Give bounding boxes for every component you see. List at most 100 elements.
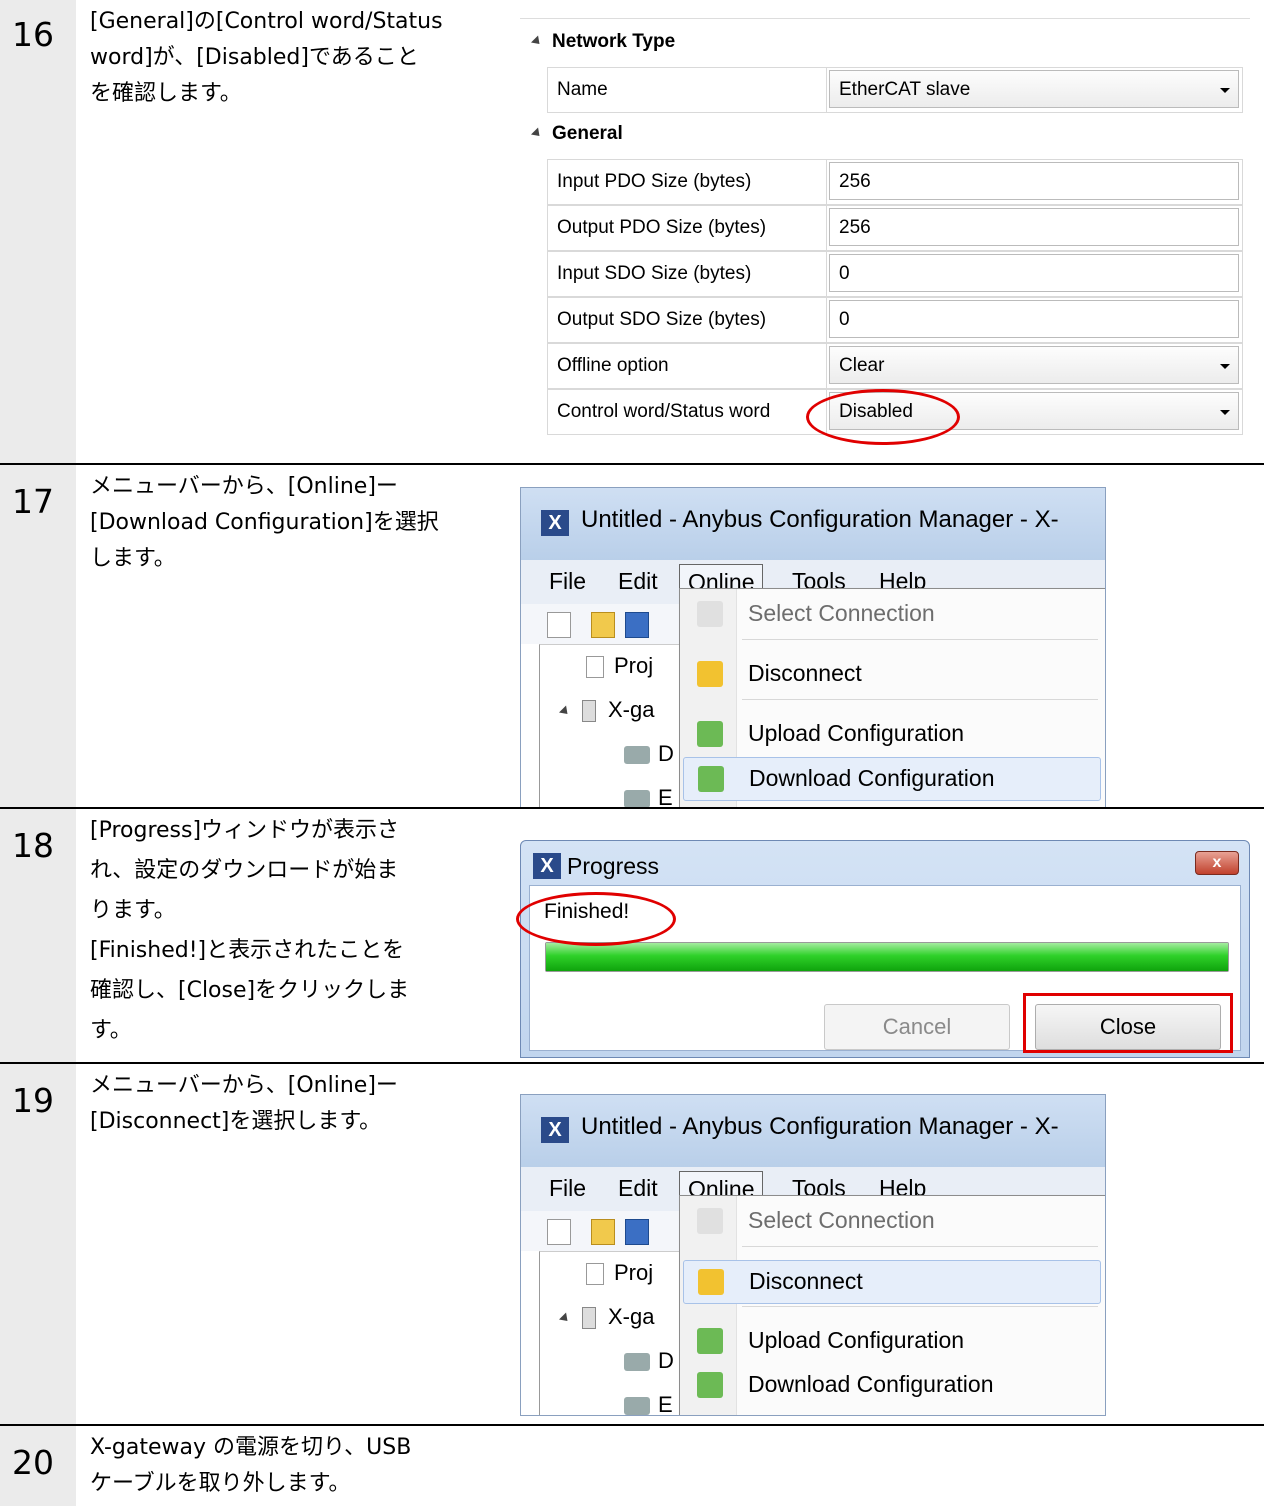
disconnect-icon [697,661,723,687]
highlight-ellipse [516,892,676,946]
menu-item-disconnect[interactable]: Disconnect [683,653,1099,695]
tree-item-d[interactable]: D [624,1348,674,1374]
desc-line: [Finished!]と表示されたことを [90,938,405,963]
tree-item-e[interactable]: E [624,785,673,808]
step-description: メニューバーから、[Online]ー [Disconnect]を選択します。 [90,1068,510,1140]
menu-item-select-connection[interactable]: Select Connection [683,593,1099,635]
app-logo-icon: X [541,510,569,536]
device-icon [582,1307,596,1330]
menu-edit[interactable]: Edit [618,1175,658,1202]
property-row-name: Name EtherCAT slave [547,67,1243,113]
property-name: Name [548,68,827,112]
property-row: Input SDO Size (bytes) 0 [547,251,1243,297]
desc-line: ケーブルを取り外します。 [90,1471,351,1496]
tree-item-project[interactable]: Proj [586,1260,653,1286]
expand-triangle-icon [558,1312,572,1325]
network-device-icon [624,1397,650,1415]
app-logo-icon: X [533,853,561,879]
progress-title: Progress [567,853,660,879]
menu-edit[interactable]: Edit [618,568,658,595]
collapse-triangle-icon [530,35,544,48]
general-header[interactable]: General [530,123,623,145]
step-number: 18 [12,826,54,865]
expand-triangle-icon [558,705,572,718]
new-file-icon[interactable] [547,612,571,638]
step-description: メニューバーから、[Online]ー [Download Configurati… [90,469,510,577]
menu-item-upload[interactable]: Upload Configuration [683,713,1099,755]
window-titlebar: X Untitled - Anybus Configuration Manage… [521,1095,1105,1167]
step-20: 20 X-gateway の電源を切り、USB ケーブルを取り外します。 [0,1426,1264,1506]
desc-line: メニューバーから、[Online]ー [90,474,398,499]
collapse-triangle-icon [530,127,544,140]
open-folder-icon[interactable] [591,612,615,638]
document-icon [586,1263,604,1286]
save-icon[interactable] [625,1219,649,1245]
property-row: Input PDO Size (bytes) 256 [547,159,1243,205]
menu-item-select-connection[interactable]: Select Connection [683,1200,1099,1242]
desc-line: 確認し、[Close]をクリックしま [90,978,410,1003]
menu-separator [742,699,1098,700]
step-17: 17 メニューバーから、[Online]ー [Download Configur… [0,465,1264,809]
tree-item-d[interactable]: D [624,741,674,767]
desc-line: [Download Configuration]を選択 [90,510,439,535]
app-window-disconnect: X Untitled - Anybus Configuration Manage… [520,1094,1106,1416]
property-name: Output PDO Size (bytes) [548,206,827,250]
step-description: [Progress]ウィンドウが表示さ れ、設定のダウンロードが始ま ります。 … [90,811,510,1051]
cancel-button[interactable]: Cancel [824,1004,1010,1050]
desc-line: れ、設定のダウンロードが始ま [90,858,399,883]
tree-item-gateway[interactable]: X-ga [558,697,654,723]
save-icon[interactable] [625,612,649,638]
property-name: Input SDO Size (bytes) [548,252,827,296]
step-19: 19 メニューバーから、[Online]ー [Disconnect]を選択します… [0,1064,1264,1424]
menu-item-disconnect[interactable]: Disconnect [683,1260,1101,1304]
tree-item-e[interactable]: E [624,1392,673,1415]
progress-bar [545,942,1229,972]
open-folder-icon[interactable] [591,1219,615,1245]
desc-line: [Progress]ウィンドウが表示さ [90,818,400,843]
tree-item-gateway[interactable]: X-ga [558,1304,654,1330]
desc-line: します。 [90,546,176,571]
input-pdo-size-field[interactable]: 256 [829,162,1239,200]
property-row: Offline option Clear [547,343,1243,389]
upload-icon [697,721,723,747]
output-pdo-size-field[interactable]: 256 [829,208,1239,246]
window-title: Untitled - Anybus Configuration Manager … [581,1113,1059,1140]
window-title: Untitled - Anybus Configuration Manager … [581,506,1059,533]
online-menu-dropdown: Select Connection Disconnect Upload Conf… [679,588,1105,808]
step-description: [General]の[Control word/Status word]が、[D… [90,4,510,112]
menu-file[interactable]: File [549,1175,586,1202]
dropdown-arrow-icon [1220,410,1230,415]
output-sdo-size-field[interactable]: 0 [829,300,1239,338]
desc-line: [Disconnect]を選択します。 [90,1109,382,1134]
step-gutter [0,0,76,463]
property-name: Output SDO Size (bytes) [548,298,827,342]
desc-line: word]が、[Disabled]であること [90,45,419,70]
step-number: 19 [12,1081,54,1120]
device-icon [582,700,596,723]
input-sdo-size-field[interactable]: 0 [829,254,1239,292]
offline-option-select[interactable]: Clear [829,346,1239,384]
menu-separator [742,1306,1098,1307]
dropdown-arrow-icon [1220,364,1230,369]
menu-separator [742,1246,1098,1247]
new-file-icon[interactable] [547,1219,571,1245]
desc-line: ります。 [90,898,176,923]
dropdown-arrow-icon [1220,88,1230,93]
desc-line: メニューバーから、[Online]ー [90,1073,398,1098]
property-name: Control word/Status word [548,390,827,434]
connection-icon [697,1208,723,1234]
network-type-header[interactable]: Network Type [530,31,675,53]
menu-file[interactable]: File [549,568,586,595]
tree-item-project[interactable]: Proj [586,653,653,679]
property-name: Offline option [548,344,827,388]
network-device-icon [624,1353,650,1372]
menu-item-upload[interactable]: Upload Configuration [683,1320,1099,1362]
network-name-select[interactable]: EtherCAT slave [829,70,1239,108]
menu-item-download[interactable]: Download Configuration [683,1364,1099,1406]
close-icon[interactable]: x [1195,851,1239,875]
disconnect-icon [698,1269,724,1295]
step-description: X-gateway の電源を切り、USB ケーブルを取り外します。 [90,1430,510,1502]
app-window-download: X Untitled - Anybus Configuration Manage… [520,487,1106,809]
step-number: 20 [12,1443,54,1482]
menu-item-download[interactable]: Download Configuration [683,757,1101,801]
